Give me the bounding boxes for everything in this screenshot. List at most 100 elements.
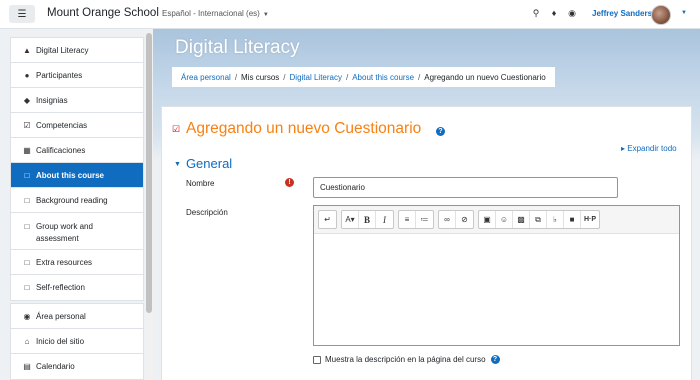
link-icon[interactable]: ∞ <box>439 211 456 228</box>
folder-icon: □ <box>24 195 30 205</box>
toolbar-group-links: ∞ ⊘ <box>438 210 474 229</box>
description-label: Descripción <box>186 208 228 217</box>
nav-icons: ⚲ ♦ ◉ <box>531 8 577 19</box>
graduation-cap-icon: ▲ <box>23 45 31 55</box>
user-menu-name[interactable]: Jeffrey Sanders <box>592 9 652 18</box>
breadcrumb-separator: / <box>345 72 349 82</box>
image-icon[interactable]: ▣ <box>479 211 496 228</box>
name-label: Nombre <box>186 179 215 188</box>
table-icon: ▦ <box>23 145 31 155</box>
name-input[interactable] <box>313 177 618 198</box>
folder-icon: □ <box>24 283 30 292</box>
page-title: Agregando un nuevo Cuestionario <box>186 120 422 137</box>
sidebar-item-label: Participantes <box>36 70 83 80</box>
sidebar-item-background-reading[interactable]: □ Background reading <box>11 188 143 213</box>
sidebar-item-insignias[interactable]: ◆ Insignias <box>11 88 143 113</box>
breadcrumb-course[interactable]: Digital Literacy <box>290 73 342 82</box>
show-description-option: Muestra la descripción en la página del … <box>313 355 500 364</box>
breadcrumb-separator: / <box>283 72 286 82</box>
sidebar-item-extra-resources[interactable]: □ Extra resources <box>11 250 143 275</box>
section-general-toggle[interactable]: ▼ General <box>174 156 232 171</box>
breadcrumb-section[interactable]: About this course <box>352 73 414 82</box>
chevron-down-icon: ▼ <box>174 161 181 168</box>
checkbox-icon: ☑ <box>23 120 31 130</box>
sidebar-item-calendario[interactable]: ▤ Calendario <box>11 354 143 379</box>
dashboard-icon: ◉ <box>23 311 31 321</box>
unlink-icon[interactable]: ⊘ <box>456 211 473 228</box>
sidebar-item-calificaciones[interactable]: ▦ Calificaciones <box>11 138 143 163</box>
sidebar-item-label: Calificaciones <box>36 145 86 155</box>
breadcrumb-current: Agregando un nuevo Cuestionario <box>424 72 546 82</box>
sidebar-item-label: Background reading <box>36 195 108 205</box>
sidebar-item-about-this-course[interactable]: □ About this course <box>11 163 143 188</box>
italic-icon[interactable]: I <box>376 211 393 228</box>
show-description-checkbox[interactable] <box>313 355 321 364</box>
sidebar-item-competencias[interactable]: ☑ Competencias <box>11 113 143 138</box>
avatar[interactable] <box>651 5 671 25</box>
bold-icon[interactable]: B <box>359 211 376 228</box>
editor-toolbar: ↵ A▾ B I ≡ ≔ ∞ ⊘ ▣ ☺ ▩ ⧉ ♭ ■ H·P <box>314 206 679 234</box>
hamburger-icon[interactable]: ☰ <box>9 5 35 23</box>
scrollbar-thumb[interactable] <box>146 33 152 313</box>
site-nav-group: ◉ Área personal ⌂ Inicio del sitio ▤ Calend… <box>10 303 144 380</box>
language-menu[interactable]: Español - Internacional (es) ▼ <box>162 9 269 18</box>
help-icon[interactable]: ? <box>490 355 500 364</box>
microphone-icon[interactable]: ♭ <box>547 211 564 228</box>
users-icon: ● <box>24 70 30 80</box>
breadcrumb-separator: / <box>234 72 238 82</box>
file-manager-icon[interactable]: ⧉ <box>530 211 547 228</box>
sidebar-item-label: Calendario <box>36 362 75 371</box>
paragraph-style-icon[interactable]: A▾ <box>342 211 359 228</box>
calendar-icon: ▤ <box>23 362 31 371</box>
sidebar-item-digital-literacy[interactable]: ▲ Digital Literacy <box>11 38 143 63</box>
top-navbar: ☰ Mount Orange School Español - Internac… <box>0 0 700 29</box>
sidebar-item-label: About this course <box>36 170 105 180</box>
chevron-down-icon: ▼ <box>262 12 269 18</box>
chat-icon[interactable]: ◉ <box>567 8 577 19</box>
course-nav-group: ▲ Digital Literacy ● Participantes ◆ Insign… <box>10 37 144 301</box>
folder-icon: □ <box>24 170 30 180</box>
breadcrumb-separator: / <box>418 72 421 82</box>
toolbar-group-lists: ≡ ≔ <box>398 210 434 229</box>
help-icon[interactable]: ? <box>436 127 445 136</box>
breadcrumb-area-personal[interactable]: Área personal <box>181 73 231 82</box>
sidebar-item-label: Extra resources <box>36 257 93 267</box>
expand-all-label: Expandir todo <box>627 144 677 153</box>
nav-drawer: ▲ Digital Literacy ● Participantes ◆ Insign… <box>10 37 144 380</box>
language-label: Español - Internacional (es) <box>162 9 260 18</box>
description-editor[interactable]: ↵ A▾ B I ≡ ≔ ∞ ⊘ ▣ ☺ ▩ ⧉ ♭ ■ H·P <box>313 205 680 346</box>
ordered-list-icon[interactable]: ≔ <box>416 211 433 228</box>
folder-icon: □ <box>24 222 30 231</box>
quiz-icon: ☑ <box>172 124 181 134</box>
unordered-list-icon[interactable]: ≡ <box>399 211 416 228</box>
show-description-label[interactable]: Muestra la descripción en la página del … <box>325 355 486 364</box>
required-icon: ! <box>285 178 294 187</box>
site-name[interactable]: Mount Orange School <box>47 7 159 19</box>
collapse-toolbar-icon[interactable]: ↵ <box>319 211 336 228</box>
toolbar-group-collapse: ↵ <box>318 210 337 229</box>
sidebar-item-participantes[interactable]: ● Participantes <box>11 63 143 88</box>
sidebar-item-self-reflection[interactable]: □ Self-reflection <box>11 275 143 300</box>
bell-icon[interactable]: ♦ <box>549 8 559 19</box>
emoticon-icon[interactable]: ☺ <box>496 211 513 228</box>
expand-all-link[interactable]: ▸ Expandir todo <box>621 144 677 153</box>
h5p-icon[interactable]: H·P <box>581 211 599 228</box>
sidebar-item-label: Inicio del sitio <box>36 336 85 346</box>
sidebar-scrollbar[interactable] <box>145 29 153 380</box>
section-title: General <box>185 156 233 171</box>
toolbar-group-style: A▾ B I <box>341 210 394 229</box>
media-icon[interactable]: ▩ <box>513 211 530 228</box>
search-icon[interactable]: ⚲ <box>531 8 541 19</box>
toolbar-group-media: ▣ ☺ ▩ ⧉ ♭ ■ H·P <box>478 210 601 229</box>
sidebar-item-label: Digital Literacy <box>36 45 89 55</box>
video-icon[interactable]: ■ <box>564 211 581 228</box>
folder-icon: □ <box>24 257 30 267</box>
sidebar-item-group-work[interactable]: □ Group work and assessment <box>11 213 143 250</box>
sidebar-item-label: Área personal <box>36 311 86 321</box>
sidebar-item-area-personal[interactable]: ◉ Área personal <box>11 304 143 329</box>
home-icon: ⌂ <box>24 336 30 346</box>
sidebar-item-label: Competencias <box>36 120 88 130</box>
breadcrumb-mis-cursos: Mis cursos <box>241 72 280 82</box>
sidebar-item-inicio[interactable]: ⌂ Inicio del sitio <box>11 329 143 354</box>
chevron-down-icon[interactable]: ▼ <box>681 10 687 16</box>
